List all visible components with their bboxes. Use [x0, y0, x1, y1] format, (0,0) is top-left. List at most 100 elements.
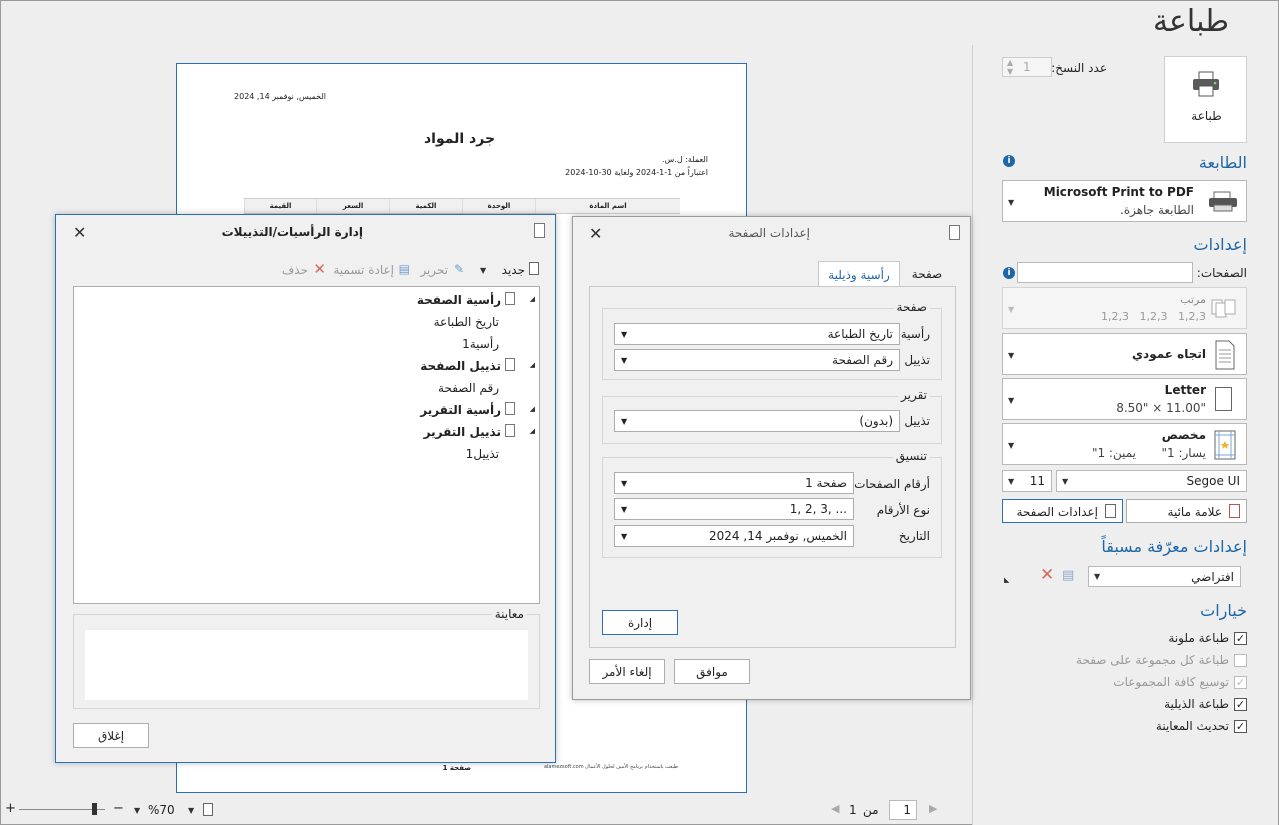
rename-button-label: إعادة تسمية	[333, 263, 394, 277]
cancel-button[interactable]: إلغاء الأمر	[589, 659, 665, 684]
copies-stepper[interactable]: ▲ ▼ 1	[1002, 57, 1052, 77]
pages-input[interactable]	[1017, 262, 1193, 283]
zoom-out-icon[interactable]: −	[113, 801, 124, 816]
option-row[interactable]: ✓ طباعة ملونة	[1002, 630, 1247, 650]
headers-footers-tree[interactable]: ◢ رأسية الصفحة تاريخ الطباعة رأسية1 ◢ تذييل ا…	[73, 286, 540, 604]
next-page-icon[interactable]: ▶	[929, 802, 937, 815]
presets-dropdown[interactable]: ▼ افتراضي	[1088, 566, 1241, 587]
footer-combo-value: رقم الصفحة	[832, 353, 893, 367]
close-icon[interactable]: ✕	[73, 223, 86, 242]
pages-label: الصفحات:	[1196, 266, 1247, 280]
page-view-icon[interactable]	[203, 803, 213, 816]
copies-label: عدد النسخ:	[1051, 61, 1107, 75]
delete-preset-icon[interactable]: ✕	[1040, 565, 1054, 585]
margins-dropdown[interactable]: ▼ مخصص يسار: 1" يمين: 1"	[1002, 423, 1247, 465]
section-page-icon	[505, 292, 515, 305]
option-row[interactable]: ✓ تحديث المعاينة	[1002, 718, 1247, 738]
ok-button[interactable]: موافق	[674, 659, 750, 684]
preview-column-header: الكمية	[389, 199, 462, 213]
option-checkbox[interactable]: ✓	[1234, 698, 1247, 711]
collate-dropdown[interactable]: ▼ مرتب 1,2,3 1,2,3 1,2,3	[1002, 287, 1247, 329]
chevron-down-icon: ▼	[1008, 441, 1015, 450]
header-combo[interactable]: تاريخ الطباعة ▼	[614, 323, 900, 345]
report-footer-combo[interactable]: (بدون) ▼	[614, 410, 900, 432]
expand-arrow-icon[interactable]: ◢	[530, 361, 535, 369]
printer-status: الطابعة جاهزة.	[1120, 203, 1194, 217]
manage-button[interactable]: إدارة	[602, 610, 678, 635]
font-name-value: Segoe UI	[1186, 474, 1240, 488]
watermark-button[interactable]: علامة مائية	[1126, 499, 1247, 523]
option-label: تحديث المعاينة	[1155, 719, 1229, 733]
expand-arrow-icon[interactable]: ◢	[530, 427, 535, 435]
bottom-bar: + − ▼ %70 ▼ ◀ 1 من 1 ▶	[3, 800, 963, 822]
preview-period: اعتباراً من 1-1-2024 ولغاية 30-10-2024	[565, 168, 708, 177]
report-footer-label: تذييل	[904, 414, 930, 428]
option-label: توسيع كافة المجموعات	[1113, 675, 1229, 689]
info-icon[interactable]: i	[1003, 267, 1015, 279]
new-button[interactable]: جديد ▼	[476, 262, 541, 280]
option-checkbox[interactable]: ✓	[1234, 676, 1247, 689]
prev-page-icon[interactable]: ◀	[831, 802, 839, 815]
tree-item[interactable]: رأسية1	[79, 335, 539, 355]
orientation-dropdown[interactable]: ▼ اتجاه عمودي	[1002, 333, 1247, 375]
chevron-down-icon: ▼	[1062, 477, 1069, 486]
option-checkbox[interactable]	[1234, 654, 1247, 667]
tab-header-footer[interactable]: رأسية وذيلية	[818, 261, 900, 287]
option-row[interactable]: ✓ توسيع كافة المجموعات	[1002, 674, 1247, 694]
zoom-in-icon[interactable]: +	[5, 801, 16, 816]
tree-item[interactable]: ◢ تذييل التقرير	[79, 423, 539, 443]
preview-column-header: السعر	[316, 199, 389, 213]
tree-item[interactable]: ◢ رأسية التقرير	[79, 401, 539, 421]
page-numbers-combo[interactable]: صفحة 1 ▼	[614, 472, 854, 494]
footer-combo[interactable]: رقم الصفحة ▼	[614, 349, 900, 371]
tree-item-label: تذييل الصفحة	[420, 359, 501, 373]
settings-section-title: إعدادات	[1193, 235, 1247, 254]
font-size-dropdown[interactable]: ▼ 11	[1002, 470, 1052, 492]
expand-arrow-icon[interactable]: ◢	[530, 295, 535, 303]
option-checkbox[interactable]: ✓	[1234, 720, 1247, 733]
delete-icon: ✕	[313, 260, 326, 278]
option-row[interactable]: طباعة كل مجموعة على صفحة	[1002, 652, 1247, 672]
print-button-label: طباعة	[1191, 109, 1222, 123]
print-button[interactable]: طباعة	[1164, 56, 1247, 143]
preview-group-title: معاينة	[491, 607, 527, 621]
close-button[interactable]: إغلاق	[73, 723, 149, 748]
printer-dropdown[interactable]: ▼ Microsoft Print to PDF الطابعة جاهزة.	[1002, 180, 1247, 222]
page-setup-button[interactable]: إعدادات الصفحة	[1002, 499, 1123, 523]
info-icon[interactable]: i	[1003, 155, 1015, 167]
section-page-icon	[505, 358, 515, 371]
page-setup-dialog: ✕ إعدادات الصفحة صفحة رأسية وذيلية صفحة …	[572, 216, 971, 700]
number-type-label: نوع الأرقام	[876, 503, 930, 517]
zoom-slider-thumb[interactable]	[92, 803, 97, 815]
zoom-value[interactable]: %70	[148, 803, 175, 817]
tree-item-label: تذييل1	[465, 447, 499, 461]
rename-button[interactable]: ▤ إعادة تسمية	[330, 262, 412, 280]
page-numbers-label: أرقام الصفحات	[854, 477, 930, 491]
view-dropdown-icon[interactable]: ▼	[188, 806, 194, 815]
close-icon[interactable]: ✕	[589, 224, 602, 243]
delete-button-label: حذف	[281, 263, 308, 277]
tree-item[interactable]: تاريخ الطباعة	[79, 313, 539, 333]
stepper-arrows-icon[interactable]: ▲ ▼	[1007, 58, 1013, 76]
font-name-dropdown[interactable]: ▼ Segoe UI	[1056, 470, 1247, 492]
page-group-title: صفحة	[893, 300, 930, 314]
tree-item[interactable]: ◢ تذييل الصفحة	[79, 357, 539, 377]
delete-button[interactable]: ✕ حذف	[281, 260, 328, 280]
tree-item[interactable]: تذييل1	[79, 445, 539, 465]
paper-icon	[1215, 387, 1232, 411]
option-checkbox[interactable]: ✓	[1234, 632, 1247, 645]
paper-size-dropdown[interactable]: ▼ Letter 8.50" × 11.00"	[1002, 378, 1247, 420]
tree-item[interactable]: ◢ رأسية الصفحة	[79, 291, 539, 311]
expand-arrow-icon[interactable]: ◢	[530, 405, 535, 413]
number-type-combo[interactable]: 1, 2, 3, ... ▼	[614, 498, 854, 520]
save-preset-icon[interactable]: ▤	[1062, 568, 1074, 583]
preview-column-header: اسم المادة	[535, 199, 680, 213]
zoom-dropdown-icon[interactable]: ▼	[134, 806, 140, 815]
tree-item[interactable]: رقم الصفحة	[79, 379, 539, 399]
corner-arrow-icon: ◣	[1004, 576, 1010, 584]
option-row[interactable]: ✓ طباعة الذيلية	[1002, 696, 1247, 716]
current-page-input[interactable]: 1	[889, 800, 917, 820]
date-combo[interactable]: الخميس, نوفمبر 14, 2024 ▼	[614, 525, 854, 547]
edit-button[interactable]: ✎ تحرير	[413, 262, 466, 280]
tab-page[interactable]: صفحة	[899, 264, 955, 286]
